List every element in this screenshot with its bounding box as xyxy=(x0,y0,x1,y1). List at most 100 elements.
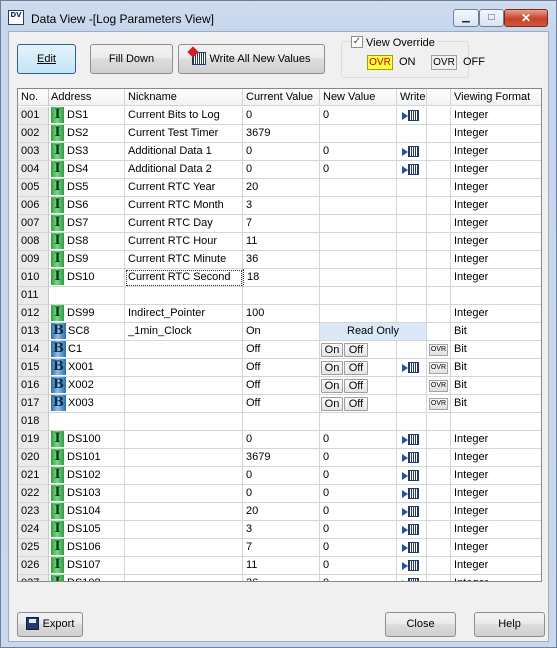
address-cell[interactable]: B X002 xyxy=(49,377,125,395)
col-header-new-value[interactable]: New Value xyxy=(320,89,397,106)
viewing-format-cell[interactable]: Integer xyxy=(451,431,541,449)
set-on-button[interactable]: On xyxy=(321,343,343,357)
write-cell[interactable] xyxy=(397,107,427,125)
viewing-format-cell[interactable]: Integer xyxy=(451,107,541,125)
write-cell[interactable] xyxy=(397,485,427,503)
new-value-cell[interactable] xyxy=(320,179,397,197)
nickname-cell[interactable]: Current RTC Minute xyxy=(125,251,243,269)
table-row[interactable]: 011 xyxy=(18,287,541,305)
table-row[interactable]: 027IDS108 360 Integer xyxy=(18,575,541,581)
viewing-format-cell[interactable]: Integer xyxy=(451,503,541,521)
viewing-format-cell[interactable] xyxy=(451,287,541,305)
viewing-format-cell[interactable]: Integer xyxy=(451,575,541,581)
new-value-cell[interactable]: 0 xyxy=(320,431,397,449)
write-cell[interactable] xyxy=(397,521,427,539)
nickname-cell[interactable]: Indirect_Pointer xyxy=(125,305,243,323)
set-on-button[interactable]: On xyxy=(321,379,343,393)
address-cell[interactable]: I DS104 xyxy=(49,503,125,521)
override-cell[interactable]: OVR xyxy=(427,359,451,377)
address-cell[interactable]: I DS8 xyxy=(49,233,125,251)
new-value-cell[interactable] xyxy=(320,413,397,431)
maximize-button[interactable]: □ xyxy=(479,9,504,27)
table-row[interactable]: 014 B C1 Off On Off OVR Bit xyxy=(18,341,541,359)
table-row[interactable]: 013 B SC8 _1min_Clock On Read Only Bit xyxy=(18,323,541,341)
new-value-cell[interactable] xyxy=(320,233,397,251)
write-cell[interactable] xyxy=(397,449,427,467)
table-row[interactable]: 012 I DS99 Indirect_Pointer 100 Integer xyxy=(18,305,541,323)
new-value-cell[interactable] xyxy=(320,287,397,305)
set-off-button[interactable]: Off xyxy=(344,361,368,375)
new-value-cell[interactable]: 0 xyxy=(320,143,397,161)
override-button[interactable]: OVR xyxy=(429,344,448,356)
write-icon[interactable] xyxy=(402,452,420,463)
viewing-format-cell[interactable]: Integer xyxy=(451,161,541,179)
table-row[interactable]: 008 I DS8 Current RTC Hour 11 Integer xyxy=(18,233,541,251)
new-value-cell[interactable]: 0 xyxy=(320,539,397,557)
col-header-viewing-format[interactable]: Viewing Format xyxy=(451,89,541,106)
address-cell[interactable]: I DS1 xyxy=(49,107,125,125)
address-cell[interactable] xyxy=(49,413,125,431)
address-cell[interactable]: I DS3 xyxy=(49,143,125,161)
viewing-format-cell[interactable]: Integer xyxy=(451,233,541,251)
nickname-cell[interactable]: Additional Data 1 xyxy=(125,143,243,161)
table-row[interactable]: 022 I DS103 0 0 Integer xyxy=(18,485,541,503)
write-icon[interactable] xyxy=(402,146,420,157)
new-value-cell[interactable]: 0 xyxy=(320,503,397,521)
nickname-cell[interactable]: _1min_Clock xyxy=(125,323,243,341)
address-cell[interactable]: I DS5 xyxy=(49,179,125,197)
viewing-format-cell[interactable]: Integer xyxy=(451,215,541,233)
nickname-cell[interactable]: Current RTC Year xyxy=(125,179,243,197)
table-row[interactable]: 026 I DS107 11 0 Integer xyxy=(18,557,541,575)
fill-down-button[interactable]: Fill Down xyxy=(90,44,173,74)
viewing-format-cell[interactable]: Integer xyxy=(451,521,541,539)
table-row[interactable]: 021 I DS102 0 0 Integer xyxy=(18,467,541,485)
address-cell[interactable]: I DS6 xyxy=(49,197,125,215)
write-cell[interactable] xyxy=(397,161,427,179)
nickname-cell[interactable]: Current RTC Day xyxy=(125,215,243,233)
nickname-cell[interactable] xyxy=(125,575,243,581)
set-on-button[interactable]: On xyxy=(321,361,343,375)
write-icon[interactable] xyxy=(402,488,420,499)
viewing-format-cell[interactable]: Integer xyxy=(451,557,541,575)
override-button[interactable]: OVR xyxy=(429,398,448,410)
viewing-format-cell[interactable]: Integer xyxy=(451,305,541,323)
override-cell[interactable]: OVR xyxy=(427,377,451,395)
viewing-format-cell[interactable]: Bit xyxy=(451,359,541,377)
col-header-no[interactable]: No. xyxy=(18,89,49,106)
set-on-button[interactable]: On xyxy=(321,397,343,411)
edit-button[interactable]: Edit xyxy=(17,44,76,74)
viewing-format-cell[interactable]: Bit xyxy=(451,395,541,413)
address-cell[interactable]: B C1 xyxy=(49,341,125,359)
address-cell[interactable]: I DS101 xyxy=(49,449,125,467)
table-row[interactable]: 024 I DS105 3 0 Integer xyxy=(18,521,541,539)
table-row[interactable]: 025 I DS106 7 0 Integer xyxy=(18,539,541,557)
new-value-cell[interactable]: 0 xyxy=(320,161,397,179)
table-row[interactable]: 005 I DS5 Current RTC Year 20 Integer xyxy=(18,179,541,197)
nickname-cell[interactable] xyxy=(125,557,243,575)
new-value-cell[interactable]: 0 xyxy=(320,449,397,467)
viewing-format-cell[interactable]: Bit xyxy=(451,341,541,359)
write-icon[interactable] xyxy=(402,578,420,581)
viewing-format-cell[interactable]: Integer xyxy=(451,197,541,215)
new-value-cell[interactable] xyxy=(320,215,397,233)
write-cell[interactable] xyxy=(397,467,427,485)
write-cell[interactable] xyxy=(397,143,427,161)
viewing-format-cell[interactable]: Integer xyxy=(451,485,541,503)
write-icon[interactable] xyxy=(402,506,420,517)
nickname-cell[interactable]: Current Test Timer xyxy=(125,125,243,143)
table-row[interactable]: 003 I DS3 Additional Data 1 0 0 Integer xyxy=(18,143,541,161)
col-header-current-value[interactable]: Current Value xyxy=(243,89,320,106)
table-row[interactable]: 002 I DS2 Current Test Timer 3679 Integer xyxy=(18,125,541,143)
table-row[interactable]: 016 B X002 Off On Off OVR Bit xyxy=(18,377,541,395)
address-cell[interactable]: B X001 xyxy=(49,359,125,377)
minimize-button[interactable]: ▁ xyxy=(453,9,479,27)
nickname-cell[interactable] xyxy=(125,521,243,539)
address-cell[interactable]: I DS2 xyxy=(49,125,125,143)
new-value-cell[interactable]: 0 xyxy=(320,557,397,575)
new-value-cell[interactable] xyxy=(320,125,397,143)
close-window-button[interactable]: ✕ xyxy=(504,9,548,27)
table-row[interactable]: 018 xyxy=(18,413,541,431)
new-value-cell[interactable]: 0 xyxy=(320,521,397,539)
new-value-cell[interactable]: 0 xyxy=(320,107,397,125)
write-cell[interactable] xyxy=(397,431,427,449)
